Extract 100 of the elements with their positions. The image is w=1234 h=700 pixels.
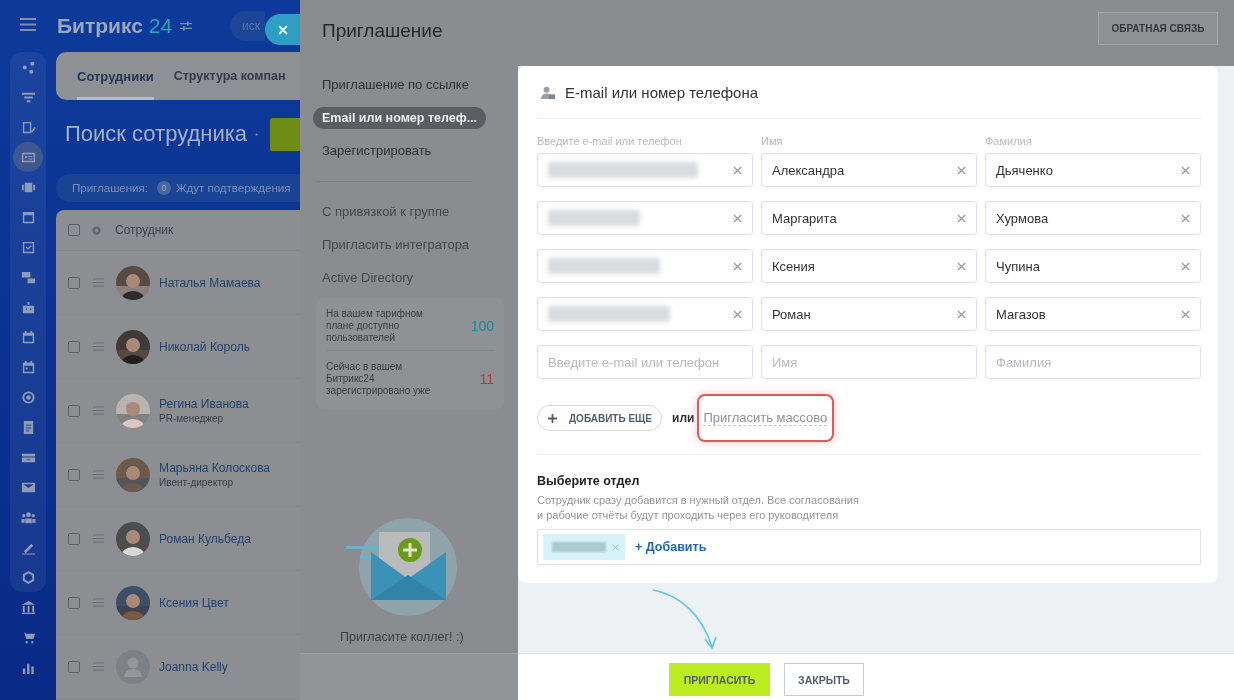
email-field[interactable] (537, 249, 753, 283)
nav-item[interactable]: Пригласить интегратора (322, 228, 502, 261)
drag-handle-icon[interactable] (93, 342, 104, 351)
calendar-icon (20, 359, 36, 375)
share-icon (20, 59, 36, 75)
drag-handle-icon[interactable] (93, 406, 104, 415)
add-more-button[interactable]: ДОБАВИТЬ ЕЩЕ (537, 405, 662, 431)
menu-icon[interactable] (20, 18, 36, 31)
clear-icon[interactable] (1181, 213, 1190, 223)
checkbox[interactable] (68, 224, 80, 236)
settings-icon[interactable] (91, 224, 102, 236)
checkbox-icon (20, 239, 36, 255)
employee-position: Ивент-директор (159, 477, 234, 488)
first-name-field[interactable]: Имя (761, 345, 977, 379)
drag-handle-icon[interactable] (93, 534, 104, 543)
nav-item[interactable]: Зарегистрировать (322, 134, 502, 167)
logo: Битрикс 24 (57, 14, 173, 38)
stat-value: 11 (479, 371, 494, 387)
employee-name[interactable]: Николай Король (159, 339, 250, 354)
drag-handle-icon[interactable] (93, 662, 104, 671)
checkbox[interactable] (68, 596, 80, 609)
email-field[interactable] (537, 153, 753, 187)
employee-name[interactable]: Ксения Цвет (159, 595, 229, 610)
drag-handle-icon[interactable] (93, 278, 104, 287)
invites-status[interactable]: Ждут подтверждения (175, 182, 291, 194)
close-button[interactable]: ЗАКРЫТЬ (784, 663, 864, 696)
nav-item[interactable]: Приглашение по ссылке (322, 68, 502, 101)
field-label: Фамилия (985, 135, 1033, 149)
remove-icon[interactable] (612, 543, 619, 551)
clear-icon[interactable] (957, 309, 966, 319)
chat-icon (20, 269, 36, 285)
department-field[interactable]: + Добавить (537, 529, 1201, 565)
close-icon (277, 24, 288, 35)
tab[interactable]: Сотрудники (77, 52, 154, 100)
drag-handle-icon[interactable] (93, 470, 104, 479)
clear-icon[interactable] (1181, 309, 1190, 319)
stat-label: На вашем тарифном плане доступно пользователей (326, 308, 424, 344)
mass-invite-link[interactable]: Пригласить массово (703, 410, 828, 426)
nav-item[interactable]: Active Directory (322, 261, 502, 294)
nav-item[interactable]: Email или номер телеф... (313, 106, 487, 129)
checkbox[interactable] (68, 404, 80, 417)
clear-icon[interactable] (733, 165, 742, 175)
employee-name[interactable]: Марьяна Колоскова (159, 461, 271, 475)
checkbox[interactable] (68, 468, 80, 481)
clear-icon[interactable] (957, 261, 966, 271)
illustration-caption: Пригласите коллег! :) (340, 630, 465, 644)
sliders-icon[interactable] (180, 21, 193, 31)
checkbox[interactable] (68, 276, 80, 289)
nav-item[interactable]: С привязкой к группе (322, 195, 502, 228)
count-badge: 0 (156, 181, 171, 195)
employee-position: PR-менеджер (159, 413, 225, 424)
tab[interactable]: Структура компан (173, 52, 286, 100)
clear-icon[interactable] (1181, 165, 1190, 175)
drag-handle-icon[interactable] (93, 598, 104, 607)
email-field[interactable] (537, 201, 753, 235)
clear-icon[interactable] (957, 213, 966, 223)
employee-name[interactable]: Joanna Kelly (159, 659, 228, 674)
clear-icon[interactable] (1181, 261, 1190, 271)
checkbox[interactable] (68, 660, 80, 673)
bank-icon (20, 599, 36, 615)
invites-label: Приглашения: (72, 182, 148, 194)
column-header: Сотрудник (115, 223, 174, 237)
person-icon (540, 84, 555, 100)
calendar-icon (20, 329, 36, 345)
employee-name[interactable]: Роман Кульбеда (159, 531, 251, 546)
robot-icon (20, 299, 36, 315)
panel-title: Приглашение (322, 20, 443, 42)
people-icon (20, 509, 36, 525)
stat-label: Сейчас в вашем Битрикс24 зарегистрировано уже (326, 361, 432, 397)
email-field[interactable] (537, 297, 753, 331)
target-icon (20, 389, 36, 405)
first-name-field[interactable]: Ксения (761, 249, 977, 283)
clear-icon[interactable] (733, 261, 742, 271)
last-name-field[interactable]: Дьяченко (985, 153, 1201, 187)
invite-button[interactable]: ПРИГЛАСИТЬ (669, 663, 770, 696)
feedback-button[interactable]: ОБРАТНАЯ СВЯЗЬ (1098, 12, 1218, 45)
employee-name[interactable]: Наталья Мамаева (159, 275, 261, 290)
field-label: Имя (761, 135, 784, 149)
first-name-field[interactable]: Роман (761, 297, 977, 331)
or-text: или (672, 411, 695, 425)
last-name-field[interactable]: Хурмова (985, 201, 1201, 235)
clear-icon[interactable] (957, 165, 966, 175)
last-name-field[interactable]: Магазов (985, 297, 1201, 331)
first-name-field[interactable]: Александра (761, 153, 977, 187)
department-tag[interactable] (543, 534, 625, 560)
window-icon (20, 209, 36, 225)
section-description: Сотрудник сразу добавится в нужный отдел. Все согласования и рабочие отчёты будут проходить через его руководителя (537, 493, 860, 523)
add-button[interactable] (270, 117, 300, 151)
first-name-field[interactable]: Маргарита (761, 201, 977, 235)
checkbox[interactable] (68, 340, 80, 353)
close-panel-button[interactable] (265, 14, 300, 45)
add-link[interactable]: + Добавить (635, 540, 707, 554)
sidebar-item[interactable] (13, 142, 43, 172)
employee-name[interactable]: Регина Иванова (159, 397, 249, 411)
clear-icon[interactable] (733, 309, 742, 319)
email-field[interactable]: Введите e-mail или телефон (537, 345, 753, 379)
checkbox[interactable] (68, 532, 80, 545)
last-name-field[interactable]: Фамилия (985, 345, 1201, 379)
clear-icon[interactable] (733, 213, 742, 223)
last-name-field[interactable]: Чупина (985, 249, 1201, 283)
